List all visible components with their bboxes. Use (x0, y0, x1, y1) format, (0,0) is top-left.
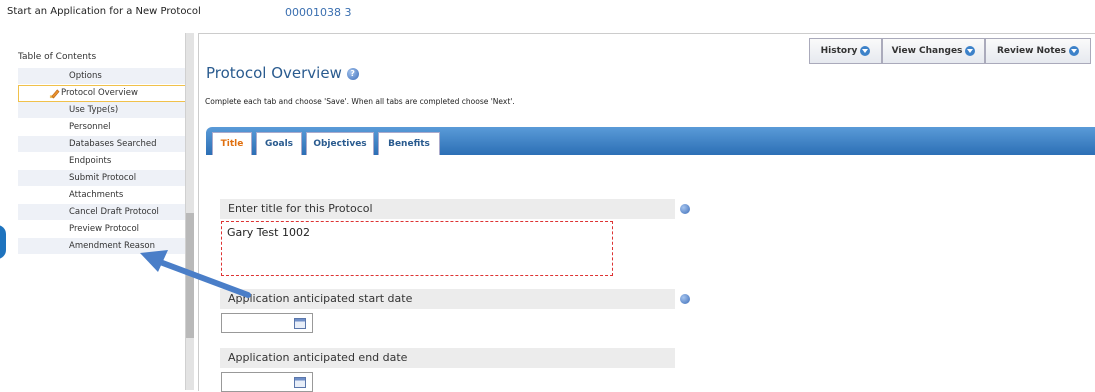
annotation-arrow (140, 250, 251, 298)
